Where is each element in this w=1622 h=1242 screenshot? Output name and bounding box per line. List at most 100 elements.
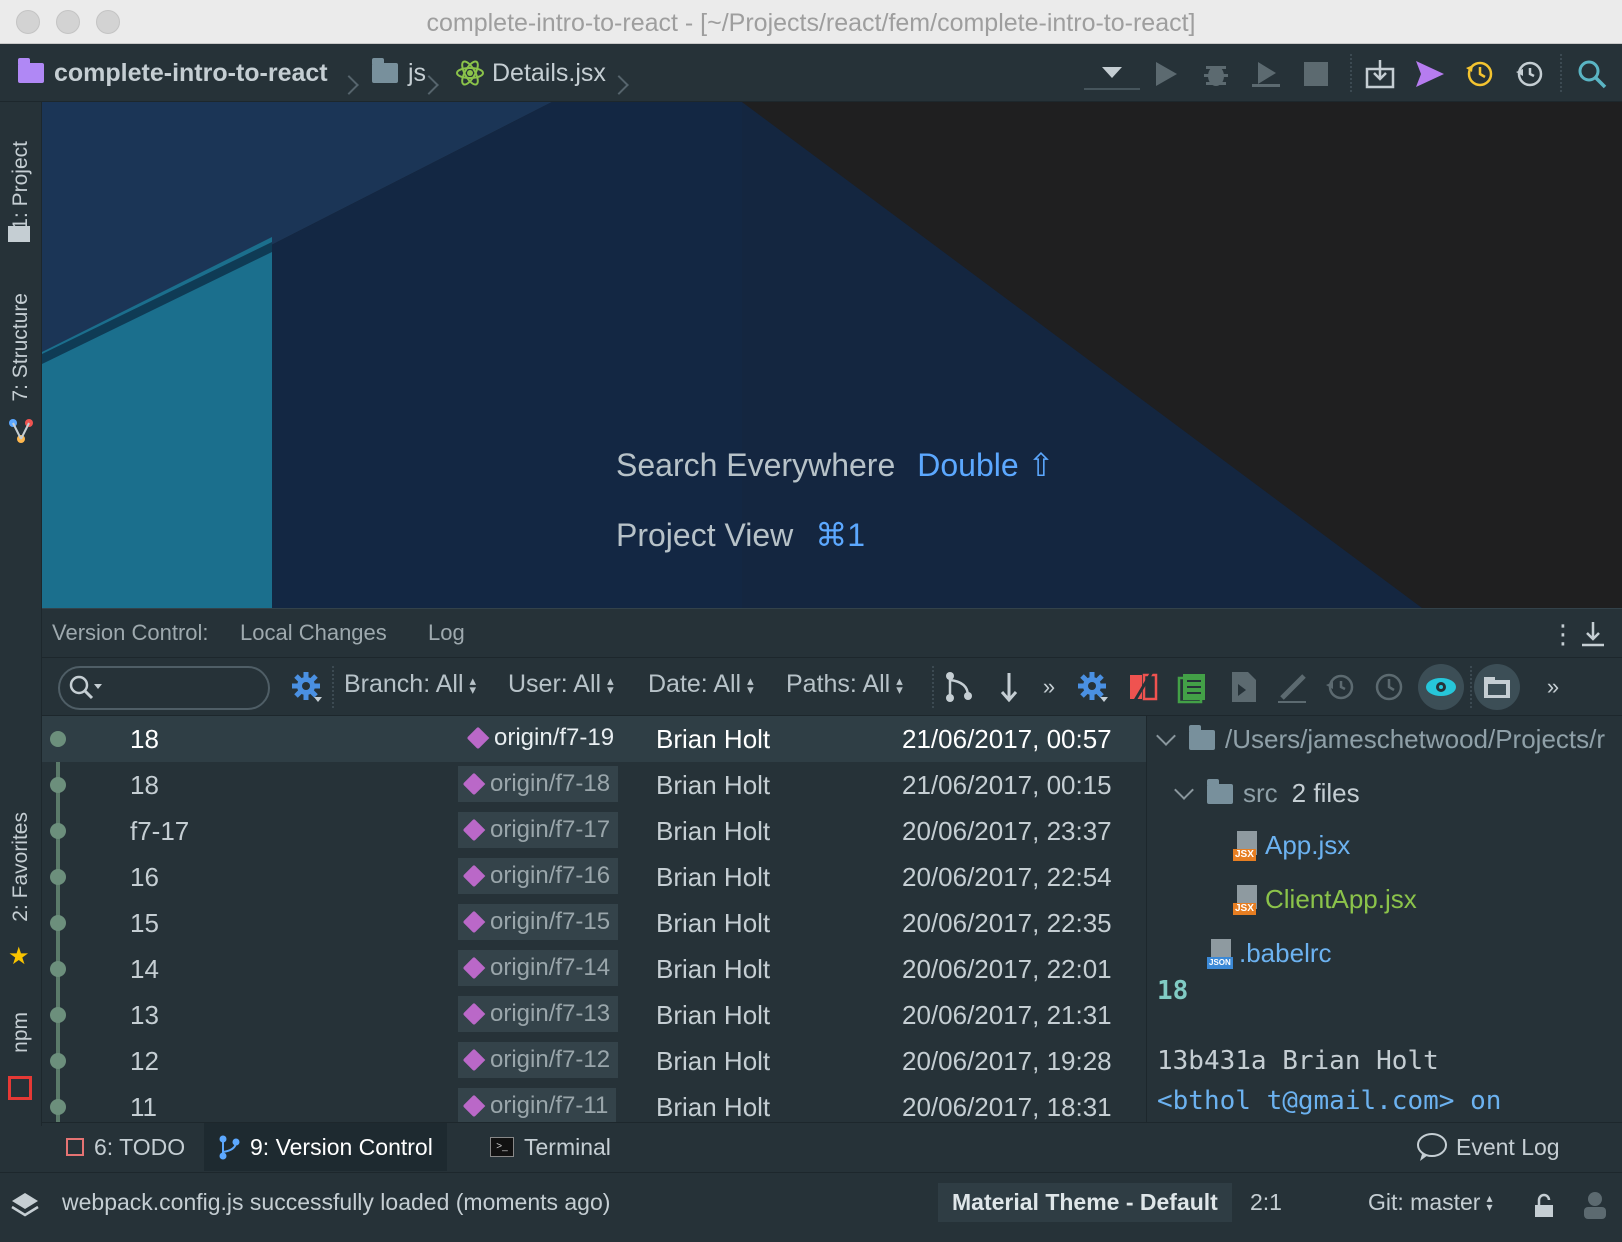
commit-branch-tag-label: origin/f7-16 <box>490 862 611 889</box>
project-view-label: Project View <box>616 516 794 553</box>
more-actions-icon[interactable]: » <box>1536 670 1570 704</box>
date-filter[interactable]: Date: All ▴ ▾ <box>648 670 757 699</box>
tab-favorites[interactable]: 2: Favorites <box>4 802 38 932</box>
commit-date: 20/06/2017, 18:31 <box>902 1092 1112 1122</box>
structure-tool-icon <box>9 419 33 443</box>
commit-row[interactable]: 11 origin/f7-11 Brian Holt 20/06/2017, 18:3… <box>42 1084 1146 1122</box>
commit-branch-tag-label: origin/f7-15 <box>490 908 611 935</box>
diff-icon[interactable] <box>1126 670 1160 704</box>
open-file-icon[interactable] <box>1226 670 1260 704</box>
version-control-title: Version Control: <box>52 620 209 645</box>
branch-icon <box>219 1135 240 1160</box>
inspector-icon[interactable] <box>1580 1189 1610 1221</box>
commit-branch-tag: origin/f7-16 <box>458 858 619 894</box>
theme-indicator[interactable]: Material Theme - Default <box>938 1183 1232 1222</box>
branch-filter[interactable]: Branch: All ▴ ▾ <box>344 670 480 699</box>
changes-list-icon[interactable] <box>1176 670 1210 704</box>
lock-icon[interactable] <box>1532 1193 1556 1219</box>
group-by-directory-toggle[interactable] <box>1474 664 1520 710</box>
tree-src-node[interactable]: src 2 files <box>1174 778 1360 809</box>
layers-icon[interactable] <box>10 1191 40 1221</box>
eye-icon <box>1426 678 1456 696</box>
run-icon[interactable] <box>1150 58 1182 90</box>
tag-icon <box>462 1048 486 1072</box>
commit-branch-tag-label: origin/f7-14 <box>490 954 611 981</box>
tag-icon <box>462 864 486 888</box>
commit-row[interactable]: 16 origin/f7-16 Brian Holt 20/06/2017, 22:5… <box>42 854 1146 900</box>
commit-date: 20/06/2017, 22:54 <box>902 862 1112 892</box>
tag-icon <box>466 726 490 750</box>
jsx-file-icon: JSX <box>1233 884 1261 915</box>
tree-file-babelrc[interactable]: JSON .babelrc <box>1207 938 1332 969</box>
revert-icon[interactable] <box>1324 670 1358 704</box>
tab-local-changes[interactable]: Local Changes <box>230 609 397 657</box>
tab-structure[interactable]: 7: Structure <box>4 282 38 412</box>
vcs-push-icon[interactable] <box>1414 58 1446 90</box>
commit-author: Brian Holt <box>656 862 771 892</box>
commit-row[interactable]: 14 origin/f7-14 Brian Holt 20/06/2017, 22:0… <box>42 946 1146 992</box>
tab-npm-label: npm <box>9 1011 32 1053</box>
commit-row[interactable]: 12 origin/f7-12 Brian Holt 20/06/2017, 19:2… <box>42 1038 1146 1084</box>
tree-root-node[interactable]: /Users/jameschetwood/Projects/r <box>1156 724 1605 755</box>
tab-version-control[interactable]: 9: Version Control <box>204 1123 447 1171</box>
more-actions-icon[interactable]: » <box>1032 670 1066 704</box>
more-options-icon[interactable]: ⋮ <box>1550 619 1576 650</box>
commit-branch-tag: origin/f7-13 <box>458 996 619 1032</box>
breadcrumb-file-label: Details.jsx <box>492 58 606 87</box>
search-icon[interactable] <box>1576 58 1608 90</box>
hide-panel-icon[interactable] <box>1580 621 1606 647</box>
commit-subject: 15 <box>130 908 159 938</box>
sort-arrows-icon: ▴ ▾ <box>896 672 903 697</box>
tag-icon <box>462 956 486 980</box>
vcs-revert-icon[interactable] <box>1514 58 1546 90</box>
vcs-history-icon[interactable] <box>1464 58 1496 90</box>
event-log-button[interactable]: Event Log <box>1402 1123 1574 1171</box>
stop-icon[interactable] <box>1300 58 1332 90</box>
run-config-dropdown-icon[interactable] <box>1084 58 1140 90</box>
commit-row[interactable]: 15 origin/f7-15 Brian Holt 20/06/2017, 22:3… <box>42 900 1146 946</box>
edit-source-icon[interactable] <box>1276 670 1310 704</box>
commit-row[interactable]: 13 origin/f7-13 Brian Holt 20/06/2017, 21:3… <box>42 992 1146 1038</box>
editor-empty-area[interactable]: Search Everywhere Double ⇧ Project View … <box>42 102 1622 608</box>
debug-icon[interactable] <box>1200 58 1232 90</box>
branches-icon[interactable] <box>942 670 976 704</box>
commit-row[interactable]: 18 origin/f7-18 Brian Holt 21/06/2017, 00:1… <box>42 762 1146 808</box>
git-branch-widget[interactable]: Git: master ▴ ▾ <box>1368 1189 1493 1216</box>
commit-date: 21/06/2017, 00:57 <box>902 724 1112 754</box>
tag-icon <box>462 1094 486 1118</box>
commit-node-icon <box>50 1053 66 1069</box>
paths-filter[interactable]: Paths: All ▴ ▾ <box>786 670 906 699</box>
tab-todo[interactable]: 6: TODO <box>52 1123 199 1171</box>
user-filter-label: User: All <box>508 670 602 698</box>
go-to-commit-icon[interactable] <box>992 670 1026 704</box>
user-filter[interactable]: User: All ▴ ▾ <box>508 670 617 699</box>
breadcrumb-project[interactable]: complete-intro-to-react <box>18 56 328 90</box>
log-search-input[interactable] <box>58 666 270 710</box>
commit-row[interactable]: f7-17 origin/f7-17 Brian Holt 20/06/2017, 2… <box>42 808 1146 854</box>
commit-subject: 11 <box>130 1092 157 1122</box>
commit-log-table: 18 origin/f7-19 Brian Holt 21/06/2017, 00:5… <box>42 716 1146 1122</box>
log-settings-gear-icon[interactable] <box>290 670 324 704</box>
commit-branch-tag: origin/f7-12 <box>458 1042 619 1078</box>
status-message: webpack.config.js successfully loaded (m… <box>62 1189 611 1215</box>
tree-file-clientapp[interactable]: JSX ClientApp.jsx <box>1233 884 1417 915</box>
caret-position[interactable]: 2:1 <box>1250 1189 1282 1216</box>
tree-src-count: 2 files <box>1291 778 1360 808</box>
coverage-icon[interactable] <box>1250 58 1282 90</box>
tree-file-app[interactable]: JSX App.jsx <box>1233 830 1350 861</box>
breadcrumb-folder[interactable]: js <box>372 56 426 90</box>
tab-npm[interactable]: npm <box>4 1002 38 1062</box>
navigation-bar: complete-intro-to-react js Details.jsx <box>0 44 1622 102</box>
breadcrumb-file[interactable]: Details.jsx <box>454 56 606 90</box>
jsx-file-icon: JSX <box>1233 830 1261 861</box>
tab-terminal[interactable]: >_ Terminal <box>476 1123 625 1171</box>
commit-row[interactable]: 18 origin/f7-19 Brian Holt 21/06/2017, 00:5… <box>42 716 1146 762</box>
history-icon[interactable] <box>1372 670 1406 704</box>
presentation-settings-gear-icon[interactable] <box>1076 670 1110 704</box>
commit-branch-tag-label: origin/f7-12 <box>490 1046 611 1073</box>
vcs-update-icon[interactable] <box>1364 58 1396 90</box>
commit-subject: 14 <box>130 954 159 984</box>
commit-author: Brian Holt <box>656 770 771 800</box>
preview-toggle[interactable] <box>1418 664 1464 710</box>
tab-log[interactable]: Log <box>418 609 475 657</box>
